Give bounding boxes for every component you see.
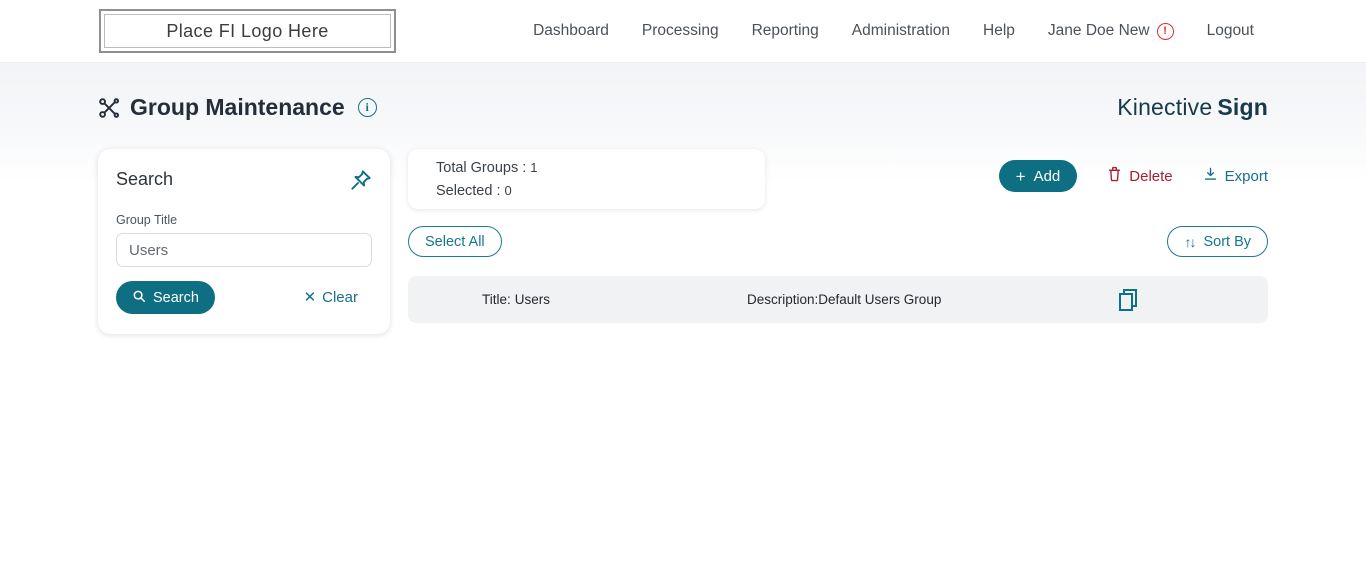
nav-administration[interactable]: Administration — [852, 22, 950, 40]
page-body: Group Maintenance i Kinective Sign Search… — [0, 63, 1366, 581]
brand-bold: Sign — [1217, 94, 1268, 120]
alert-circle-icon: ! — [1156, 22, 1174, 40]
selected-line: Selected : 0 — [436, 183, 737, 199]
total-groups-line: Total Groups : 1 — [436, 160, 737, 176]
group-actions: + Add Delete Export — [998, 160, 1268, 192]
trash-icon — [1107, 166, 1122, 186]
nav-dashboard[interactable]: Dashboard — [533, 22, 609, 40]
group-title-cell: Title: Users — [482, 292, 747, 307]
export-button-label: Export — [1224, 167, 1268, 185]
sort-by-button[interactable]: ↑↓ Sort By — [1167, 226, 1268, 257]
user-name-label: Jane Doe New — [1047, 22, 1150, 39]
pin-icon[interactable] — [349, 169, 372, 192]
group-description-cell-label: Description: — [747, 292, 819, 307]
group-title-cell-label: Title: — [482, 292, 511, 307]
download-icon — [1203, 166, 1218, 186]
add-button-label: Add — [1033, 167, 1061, 185]
group-description-cell: Description: Default Users Group — [747, 292, 941, 307]
fi-logo-text: Place FI Logo Here — [166, 20, 329, 41]
clear-button[interactable]: ✕ Clear — [304, 289, 358, 306]
search-button[interactable]: Search — [116, 281, 215, 314]
page-header: Group Maintenance i Kinective Sign — [98, 63, 1268, 131]
content-area: Search Group Title Search — [98, 149, 1268, 334]
top-navigation-bar: Place FI Logo Here Dashboard Processing … — [0, 0, 1366, 63]
search-panel: Search Group Title Search — [98, 149, 390, 334]
group-description-cell-value: Default Users Group — [818, 292, 942, 307]
total-groups-label: Total Groups : — [436, 159, 527, 176]
select-all-label: Select All — [425, 233, 485, 250]
fi-logo-placeholder: Place FI Logo Here — [99, 9, 396, 53]
group-list-row[interactable]: Title: Users Description: Default Users … — [408, 276, 1268, 323]
groups-section: Total Groups : 1 Selected : 0 + Add Dele… — [408, 149, 1268, 334]
tools-icon — [98, 97, 120, 119]
info-icon[interactable]: i — [357, 98, 377, 117]
search-button-label: Search — [153, 289, 199, 306]
clear-x-icon: ✕ — [303, 289, 317, 306]
list-toolbar: Select All ↑↓ Sort By — [408, 226, 1268, 257]
nav-logout[interactable]: Logout — [1207, 22, 1254, 40]
total-groups-value: 1 — [530, 159, 538, 175]
copy-group-button[interactable] — [1116, 287, 1140, 313]
nav-reporting[interactable]: Reporting — [752, 22, 819, 40]
nav-processing[interactable]: Processing — [642, 22, 719, 40]
group-title-input[interactable] — [116, 233, 372, 267]
plus-icon: + — [1015, 166, 1026, 186]
export-button[interactable]: Export — [1203, 166, 1268, 186]
delete-button-label: Delete — [1129, 167, 1173, 185]
group-title-cell-value: Users — [514, 292, 551, 307]
search-panel-title: Search — [116, 169, 174, 189]
select-all-button[interactable]: Select All — [408, 226, 502, 257]
brand-logo: Kinective Sign — [1117, 94, 1268, 121]
nav-user-menu[interactable]: Jane Doe New ! — [1048, 22, 1174, 40]
brand-regular: Kinective — [1117, 94, 1213, 120]
selected-label: Selected : — [436, 182, 501, 199]
nav-help[interactable]: Help — [983, 22, 1015, 40]
page-title: Group Maintenance — [130, 94, 345, 120]
sort-arrows-icon: ↑↓ — [1184, 233, 1196, 250]
search-icon — [132, 289, 146, 307]
summary-card: Total Groups : 1 Selected : 0 — [408, 149, 765, 209]
delete-button[interactable]: Delete — [1107, 166, 1173, 186]
clear-button-label: Clear — [322, 289, 358, 306]
group-title-label: Group Title — [116, 213, 178, 227]
sort-by-label: Sort By — [1203, 233, 1251, 250]
copy-icon — [1116, 287, 1140, 313]
selected-value: 0 — [504, 182, 512, 198]
add-button[interactable]: + Add — [998, 160, 1078, 192]
main-nav: Dashboard Processing Reporting Administr… — [533, 22, 1254, 40]
page-title-group: Group Maintenance i — [98, 94, 377, 121]
